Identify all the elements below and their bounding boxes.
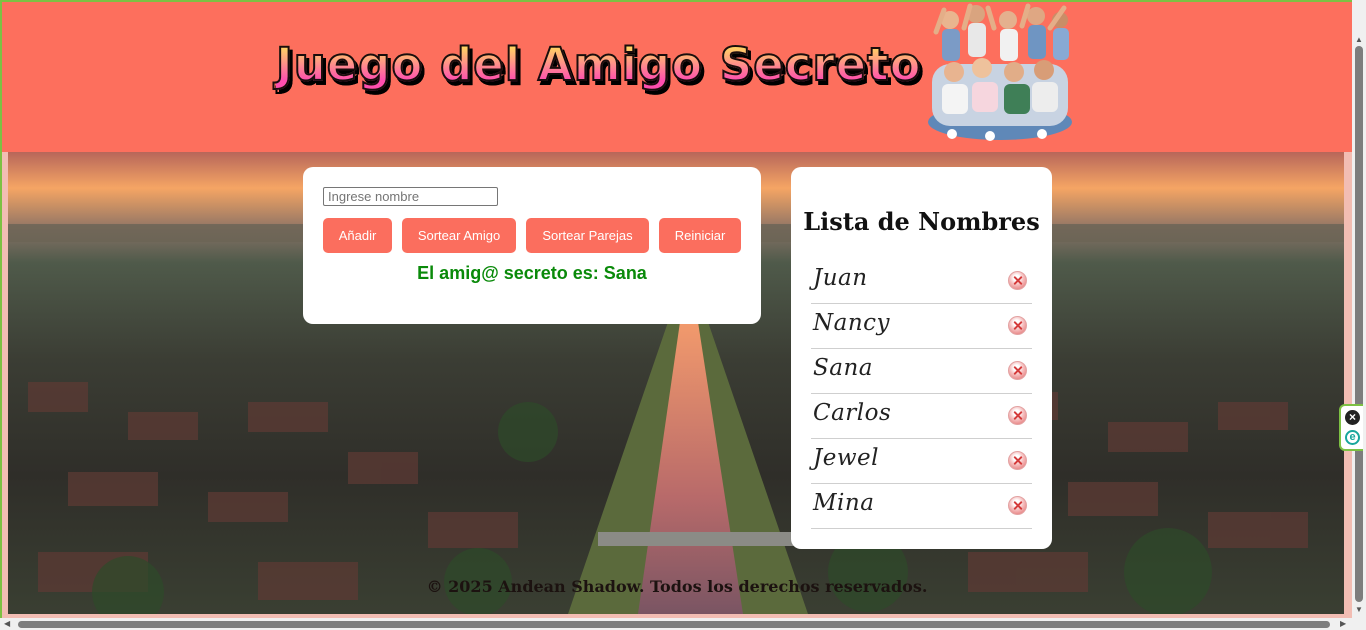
scroll-up-icon[interactable]: ▲ — [1355, 36, 1363, 44]
names-list: Juan Nancy Sana Carlos Jewel Mina — [811, 259, 1032, 529]
list-item: Juan — [811, 259, 1032, 304]
name-label: Carlos — [813, 400, 892, 426]
close-icon[interactable]: × — [1345, 410, 1360, 425]
reset-button[interactable]: Reiniciar — [659, 218, 741, 253]
list-item: Sana — [811, 349, 1032, 394]
e-extension-icon[interactable]: e — [1345, 430, 1360, 445]
kids-group-image — [924, 2, 1076, 142]
list-item: Nancy — [811, 304, 1032, 349]
delete-icon[interactable] — [1008, 451, 1027, 470]
header: Juego del Amigo Secreto — [2, 2, 1352, 152]
horizontal-scroll-thumb[interactable] — [18, 621, 1330, 628]
page: Juego del Amigo Secreto Ingrese nombre A… — [0, 0, 1352, 618]
scroll-down-icon[interactable]: ▼ — [1355, 606, 1363, 614]
browser-extension-widget: × e — [1339, 404, 1363, 451]
add-button[interactable]: Añadir — [323, 218, 392, 253]
name-label: Juan — [813, 265, 868, 291]
footer-text: © 2025 Andean Shadow. Todos los derechos… — [426, 577, 928, 596]
delete-icon[interactable] — [1008, 271, 1027, 290]
name-label: Sana — [813, 355, 873, 381]
input-card: Añadir Sortear Amigo Sortear Parejas Rei… — [303, 167, 761, 324]
result-text: El amig@ secreto es: Sana — [417, 263, 647, 283]
name-label: Mina — [813, 490, 875, 516]
delete-icon[interactable] — [1008, 406, 1027, 425]
vertical-scrollbar[interactable]: ▲ ▼ — [1352, 0, 1366, 618]
delete-icon[interactable] — [1008, 361, 1027, 380]
list-item: Carlos — [811, 394, 1032, 439]
name-input[interactable] — [323, 187, 498, 206]
delete-icon[interactable] — [1008, 316, 1027, 335]
list-item: Jewel — [811, 439, 1032, 484]
name-label: Nancy — [813, 310, 891, 336]
list-title: Lista de Nombres — [803, 207, 1040, 236]
name-label: Jewel — [813, 445, 879, 471]
page-title: Juego del Amigo Secreto — [275, 37, 922, 92]
list-item: Mina — [811, 484, 1032, 529]
draw-friend-button[interactable]: Sortear Amigo — [402, 218, 516, 253]
vertical-scroll-thumb[interactable] — [1355, 46, 1363, 602]
horizontal-scrollbar[interactable]: ◀ ▶ — [0, 618, 1366, 630]
scroll-right-icon[interactable]: ▶ — [1340, 620, 1346, 628]
delete-icon[interactable] — [1008, 496, 1027, 515]
names-list-card: Lista de Nombres Juan Nancy Sana Carlos … — [791, 167, 1052, 549]
scroll-left-icon[interactable]: ◀ — [4, 620, 10, 628]
draw-pairs-button[interactable]: Sortear Parejas — [526, 218, 649, 253]
